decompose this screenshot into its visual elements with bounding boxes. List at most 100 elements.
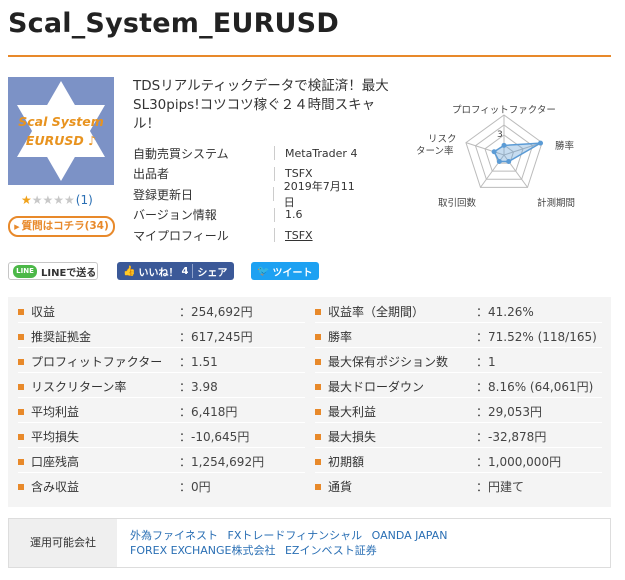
bullet-square-icon: [18, 483, 24, 490]
facebook-share-label[interactable]: シェア: [197, 264, 227, 279]
stat-average-loss: 平均損失 ：-10,645円: [18, 424, 249, 449]
line-share-button[interactable]: LINE LINEで送る: [8, 262, 98, 280]
stat-profit: 収益 ：254,692円: [18, 299, 253, 324]
info-row-profile: マイプロフィール TSFX: [133, 225, 365, 246]
stat-label: 収益率（全期間）: [328, 305, 425, 319]
stat-value: ：71.52% (118/165): [476, 330, 597, 344]
stat-value: ：1,000,000円: [476, 455, 562, 469]
stat-label: 最大ドローダウン: [328, 380, 425, 394]
brokers-label: 運用可能会社: [9, 519, 117, 567]
stat-value: ：3.98: [179, 380, 218, 394]
stat-currency: 通貨 ：円建て: [315, 474, 524, 499]
stats-panel: 収益 ：254,692円 推奨証拠金 ：617,245円 プロフィットファクター ：1…: [8, 297, 611, 507]
thumbs-up-icon: 👍: [123, 265, 136, 277]
line-share-label: LINEで送る: [41, 267, 97, 279]
stat-win-rate: 勝率 ：71.52% (118/165): [315, 324, 597, 349]
info-divider: [272, 187, 274, 202]
page-title: Scal_System_EURUSD: [8, 8, 339, 39]
radar-tick-label: 3: [497, 130, 503, 140]
stat-value: ：-32,878円: [476, 430, 547, 444]
radar-point-trades: [496, 158, 502, 164]
broker-link[interactable]: OANDA JAPAN: [372, 529, 448, 542]
stat-label: 通貨: [328, 480, 353, 494]
stat-label: 含み収益: [31, 480, 80, 494]
product-description: TDSリアルティックデータで検証済！最大SL30pips!コツコツ稼ぐ２４時間ス…: [133, 78, 389, 132]
stat-balance: 口座残高 ：1,254,692円: [18, 449, 264, 474]
stat-label: プロフィットファクター: [31, 355, 163, 369]
stat-value: ：29,053円: [476, 405, 542, 419]
rating: ★★★★★(1): [21, 193, 93, 207]
stat-recommended-margin: 推奨証拠金 ：617,245円: [18, 324, 253, 349]
radar-label-profit-factor: プロフィットファクター: [452, 105, 556, 116]
bullet-square-icon: [315, 483, 321, 490]
stat-value: ：254,692円: [179, 305, 253, 319]
stat-value: ：1: [476, 355, 496, 369]
stat-label: 最大保有ポジション数: [328, 355, 449, 369]
bullet-square-icon: [315, 433, 321, 440]
radar-point-period: [506, 158, 512, 164]
stat-label: 最大損失: [328, 430, 377, 444]
info-value: 1.6: [285, 208, 303, 222]
bullet-square-icon: [18, 458, 24, 465]
bullet-square-icon: [18, 358, 24, 365]
info-divider: [274, 207, 275, 222]
stat-label: 収益: [31, 305, 56, 319]
bullet-square-icon: [315, 358, 321, 365]
stat-label: 最大利益: [328, 405, 377, 419]
info-label: バージョン情報: [133, 208, 217, 223]
stat-initial-amount: 初期額 ：1,000,000円: [315, 449, 561, 474]
stat-label: 勝率: [328, 330, 353, 344]
radar-point-win-rate: [538, 140, 544, 146]
stat-label: リスクリターン率: [31, 380, 127, 394]
brokers-list: 外為ファイネスト FXトレードフィナンシャル OANDA JAPAN FOREX…: [130, 528, 600, 558]
stat-label: 推奨証拠金: [31, 330, 92, 344]
stat-label: 口座残高: [31, 455, 80, 469]
bullet-square-icon: [315, 333, 321, 340]
performance-radar-chart: プロフィットファクター 勝率 計測期間 取引回数 リスク ターン率 3: [400, 95, 600, 215]
info-label: マイプロフィール: [133, 228, 229, 243]
broker-link[interactable]: EZインベスト証券: [285, 544, 377, 557]
info-label: 出品者: [133, 167, 170, 182]
stat-value: ：0円: [179, 480, 211, 494]
stat-max-profit: 最大利益 ：29,053円: [315, 399, 542, 424]
stat-return-rate: 収益率（全期間） ：41.26%: [315, 299, 534, 324]
info-label: 登録更新日: [133, 187, 194, 202]
broker-link[interactable]: FOREX EXCHANGE株式会社: [130, 544, 275, 557]
stat-value: ：1,254,692円: [179, 455, 265, 469]
info-label: 自動売買システム: [133, 146, 229, 161]
info-divider: [274, 146, 275, 161]
review-count-link[interactable]: (1): [76, 193, 93, 207]
radar-series: [493, 142, 541, 163]
stat-max-loss: 最大損失 ：-32,878円: [315, 424, 546, 449]
radar-label-win-rate: 勝率: [555, 141, 575, 152]
star-empty-icon: ★★★★: [31, 193, 75, 207]
bullet-square-icon: [315, 308, 321, 315]
stat-risk-return: リスクリターン率 ：3.98: [18, 374, 218, 399]
title-divider: [8, 55, 611, 57]
stat-value: ：8.16% (64,061円): [476, 380, 594, 394]
profile-link[interactable]: TSFX: [285, 229, 313, 242]
ask-question-label: 質問はコチラ(34): [21, 220, 109, 232]
stat-unrealized-profit: 含み収益 ：0円: [18, 474, 211, 499]
facebook-like-button[interactable]: 👍 いいね！ 4 シェア: [117, 262, 234, 280]
line-icon: LINE: [13, 264, 37, 278]
radar-label-risk-return-2: ターン率: [416, 146, 454, 157]
twitter-bird-icon: 🐦: [257, 265, 270, 277]
stat-profit-factor: プロフィットファクター ：1.51: [18, 349, 218, 374]
info-row-system: 自動売買システム MetaTrader 4: [133, 143, 365, 164]
tweet-button[interactable]: 🐦 ツイート: [251, 262, 319, 280]
broker-link[interactable]: FXトレードフィナンシャル: [228, 529, 363, 542]
star-filled-icon: ★: [21, 193, 32, 207]
ask-question-button[interactable]: ▶ 質問はコチラ(34): [8, 216, 115, 237]
stat-label: 初期額: [328, 455, 365, 469]
broker-link[interactable]: 外為ファイネスト: [130, 529, 218, 542]
stat-value: ：円建て: [476, 480, 525, 494]
radar-point-profit-factor: [501, 142, 507, 148]
product-info: 自動売買システム MetaTrader 4 出品者 TSFX 登録更新日 201…: [133, 143, 365, 246]
tweet-label: ツイート: [272, 267, 313, 279]
radar-label-trades: 取引回数: [438, 198, 477, 209]
stat-max-positions: 最大保有ポジション数 ：1: [315, 349, 496, 374]
stat-value: ：6,418円: [179, 405, 238, 419]
product-thumbnail[interactable]: Scal System EURUSD ♪: [8, 77, 114, 185]
bullet-square-icon: [18, 333, 24, 340]
